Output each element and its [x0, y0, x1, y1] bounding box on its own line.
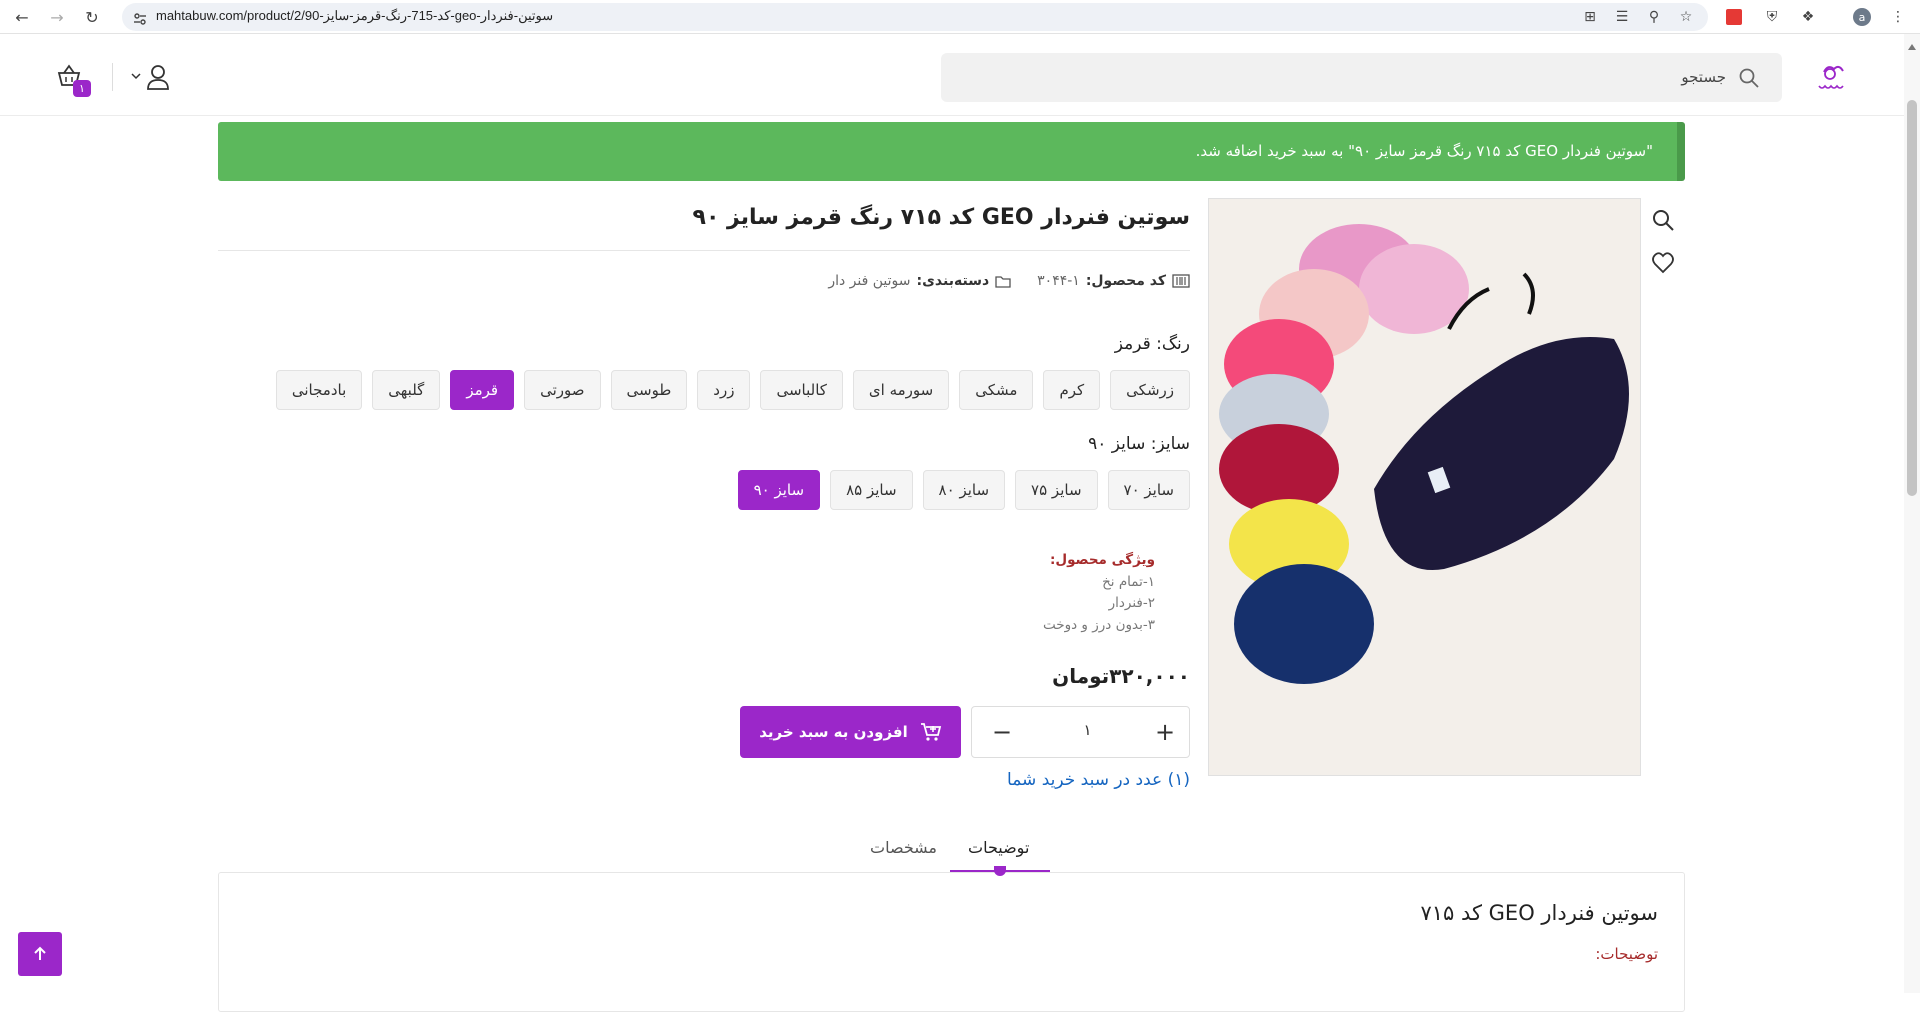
color-option[interactable]: زرشکی [1110, 370, 1190, 410]
size-option[interactable]: سایز ۸۰ [922, 470, 1006, 510]
install-app-icon[interactable]: ⊞ [1580, 7, 1600, 27]
wishlist-heart-icon[interactable] [1651, 252, 1675, 274]
zoom-icon[interactable]: ⚲ [1644, 7, 1664, 27]
color-option[interactable]: بادمجانی [275, 370, 363, 410]
color-options: زرشکی کرم مشکی سورمه ای کالباسی زرد طوسی صورتی ق… [275, 370, 1190, 410]
header-divider [112, 63, 113, 91]
profile-avatar[interactable]: a [1852, 7, 1872, 27]
size-option[interactable]: سایز ۹۰ [737, 470, 821, 510]
quantity-plus-button[interactable]: + [1141, 707, 1189, 757]
arrow-up-icon [34, 946, 46, 960]
size-label: سایز: سایز ۹۰ [1088, 434, 1190, 454]
size-option[interactable]: سایز ۸۵ [830, 470, 913, 510]
color-option[interactable]: سورمه ای [852, 370, 950, 410]
cart-add-icon [920, 723, 941, 741]
search-icon[interactable] [1738, 67, 1760, 89]
search-placeholder: جستجو [1681, 68, 1726, 86]
feature-item: ۳-بدون درز و دوخت [1043, 616, 1155, 633]
browser-menu-icon[interactable]: ⋮ [1888, 7, 1908, 27]
product-features: ویژگی محصول: ۱-تمام نخ ۲-فنردار ۳-بدون د… [1043, 550, 1155, 636]
features-title: ویژگی محصول: [1049, 552, 1155, 568]
image-zoom-icon[interactable] [1651, 208, 1675, 232]
scroll-up-arrow-icon[interactable] [1908, 44, 1916, 50]
add-to-cart-button[interactable]: افزودن به سبد خرید [740, 706, 961, 758]
size-options: سایز ۷۰ سایز ۷۵ سایز ۸۰ سایز ۸۵ سایز ۹۰ [737, 470, 1190, 510]
extension-shield-icon[interactable]: ⛨ [1762, 7, 1782, 27]
translate-icon[interactable]: ☰ [1612, 7, 1632, 27]
barcode-icon [1172, 274, 1190, 288]
feature-item: ۱-تمام نخ [1102, 573, 1155, 590]
bookmark-star-icon[interactable]: ☆ [1676, 7, 1696, 27]
color-option[interactable]: طوسی [610, 370, 688, 410]
product-photo [1209, 199, 1640, 775]
chevron-down-icon[interactable] [131, 72, 141, 80]
quantity-minus-button[interactable]: − [972, 707, 1032, 757]
browser-toolbar: ← → ↻ mahtabuw.com/product/2/کد-715-رنگ-… [0, 0, 1920, 34]
feature-item: ۲-فنردار [1108, 595, 1155, 611]
description-title: سوتین فنردار GEO کد ۷۱۵ [1420, 901, 1658, 925]
search-input[interactable]: جستجو [941, 53, 1782, 102]
back-icon[interactable]: ← [10, 5, 34, 29]
in-cart-link[interactable]: (۱) عدد در سبد خرید شما [1007, 770, 1190, 790]
size-option[interactable]: سایز ۷۵ [1015, 470, 1098, 510]
color-label: رنگ: قرمز [1114, 334, 1190, 354]
product-meta: کد محصول: ۳۰۴۴-۱ دسته‌بندی: سوتین فنر دا… [828, 273, 1190, 289]
color-option[interactable]: زرد [697, 370, 751, 410]
back-to-top-button[interactable] [18, 932, 62, 976]
site-logo[interactable] [1814, 60, 1848, 96]
product-image[interactable] [1208, 198, 1641, 776]
url-text: mahtabuw.com/product/2/کد-715-رنگ-قرمز-س… [156, 8, 554, 23]
color-option[interactable]: قرمز [450, 370, 515, 410]
sku-value: ۳۰۴۴-۱ [1037, 273, 1080, 289]
color-option[interactable]: صورتی [524, 370, 601, 410]
folder-icon [995, 276, 1011, 288]
product-title: سوتین فنردار GEO کد ۷۱۵ رنگ قرمز سایز ۹۰ [692, 205, 1190, 230]
cart-count-badge[interactable]: ۱ [73, 80, 91, 97]
description-subtitle: توضیحات: [1595, 945, 1658, 963]
size-option[interactable]: سایز ۷۰ [1107, 470, 1190, 510]
quantity-input[interactable]: ۱ [1032, 721, 1143, 739]
quantity-stepper: + ۱ − [971, 706, 1190, 758]
category-link[interactable]: سوتین فنر دار [828, 273, 910, 289]
scrollbar-thumb[interactable] [1907, 100, 1917, 496]
color-option[interactable]: گلبهی [372, 370, 441, 410]
description-panel: سوتین فنردار GEO کد ۷۱۵ توضیحات: [218, 872, 1685, 1012]
notice-text: "سوتین فنردار GEO کد ۷۱۵ رنگ قرمز سایز ۹… [1195, 142, 1653, 160]
color-option[interactable]: مشکی [959, 370, 1034, 410]
forward-icon[interactable]: → [45, 5, 69, 29]
site-info-icon[interactable] [132, 11, 148, 27]
extensions-puzzle-icon[interactable]: ❖ [1798, 7, 1818, 27]
title-divider [218, 250, 1190, 251]
tab-description[interactable]: توضیحات [968, 838, 1029, 857]
reload-icon[interactable]: ↻ [80, 5, 104, 29]
color-option[interactable]: کرم [1043, 370, 1101, 410]
product-price: ۳۲۰,۰۰۰تومان [1052, 664, 1190, 688]
category-label: دسته‌بندی: [916, 273, 990, 289]
add-to-cart-label: افزودن به سبد خرید [759, 723, 908, 741]
extension-red-icon[interactable] [1724, 7, 1744, 27]
added-to-cart-notice: "سوتین فنردار GEO کد ۷۱۵ رنگ قرمز سایز ۹… [218, 122, 1685, 181]
user-account-icon[interactable] [146, 64, 170, 90]
sku-label: کد محصول: [1085, 273, 1166, 289]
color-option[interactable]: کالباسی [760, 370, 843, 410]
tab-specifications[interactable]: مشخصات [870, 838, 937, 857]
